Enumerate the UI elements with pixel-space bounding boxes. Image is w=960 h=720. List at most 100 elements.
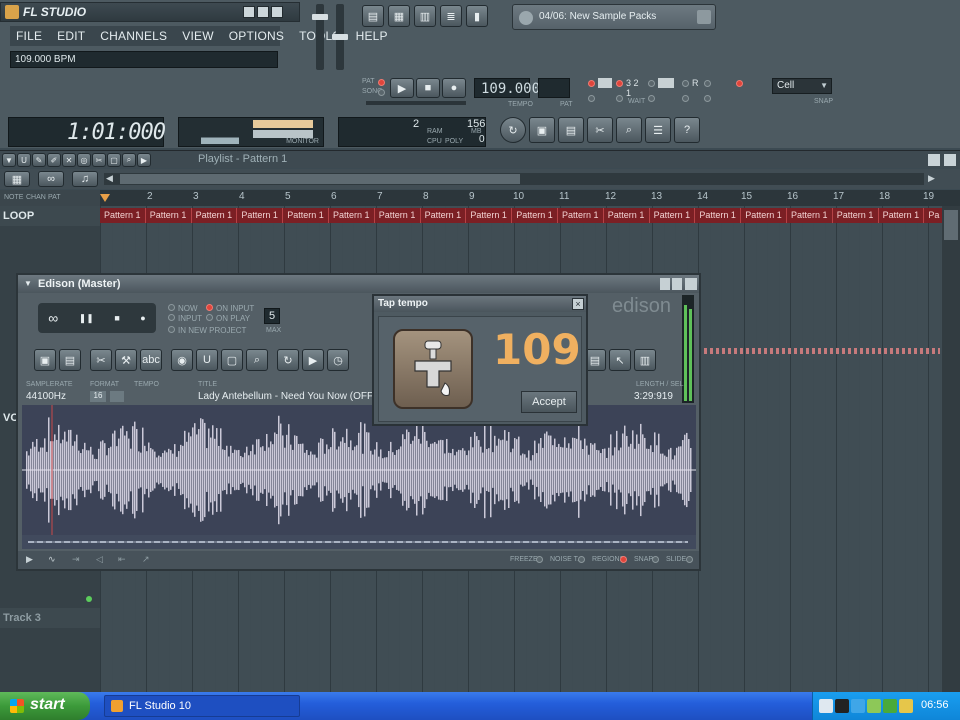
- edison-save-button[interactable]: ▣: [34, 349, 56, 371]
- scroll-radio[interactable]: [648, 95, 655, 102]
- playhead-marker[interactable]: [100, 194, 110, 202]
- pattern-clip[interactable]: Pattern 1: [145, 208, 192, 223]
- project-info-button[interactable]: ☰: [645, 117, 671, 143]
- edison-zoom-button[interactable]: ⌕: [246, 349, 268, 371]
- vocal-track-clip[interactable]: [704, 348, 940, 354]
- pattern-clip[interactable]: Pattern 1: [878, 208, 925, 223]
- tray-icon-1[interactable]: [819, 699, 833, 713]
- song-position-display[interactable]: 1:01:000: [8, 117, 166, 147]
- pat-mode-radio[interactable]: [378, 79, 385, 86]
- pattern-clip[interactable]: Pattern 1: [832, 208, 879, 223]
- tempo-display[interactable]: 109.000: [474, 78, 540, 98]
- snap-bottom-radio[interactable]: [652, 556, 659, 563]
- loop-rec-icon[interactable]: R: [692, 78, 699, 88]
- menu-view[interactable]: VIEW: [182, 29, 213, 43]
- pattern-clip[interactable]: Pa: [924, 208, 942, 223]
- master-volume-knob[interactable]: [312, 14, 328, 20]
- edison-play-icon[interactable]: ▶: [26, 554, 33, 565]
- edison-tools-button[interactable]: ⚒: [115, 349, 137, 371]
- playlist-scrollbar[interactable]: ◀: [104, 173, 924, 185]
- edison-text-button[interactable]: abc: [140, 349, 162, 371]
- noise-radio[interactable]: [578, 556, 585, 563]
- playlist-vertical-scrollbar[interactable]: [942, 206, 960, 692]
- playlist-window-button[interactable]: ▤: [362, 5, 384, 27]
- search-button[interactable]: ⌕: [616, 117, 642, 143]
- timeline-ruler[interactable]: 2 3 4 5 6 7 8 9 10 11 12 13 14 15 16 17 …: [100, 190, 960, 206]
- edison-pause-icon[interactable]: ❚❚: [79, 313, 94, 324]
- magnet-icon[interactable]: U: [17, 153, 31, 167]
- typing-radio[interactable]: [736, 80, 743, 87]
- edison-send-button[interactable]: ▥: [634, 349, 656, 371]
- pattern-clip[interactable]: Pattern 1: [466, 208, 513, 223]
- track-2-indicator-icon[interactable]: [86, 596, 92, 602]
- edison-wave-icon[interactable]: ∿: [48, 554, 56, 565]
- loop-rec-radio[interactable]: [682, 80, 689, 87]
- record-button[interactable]: ●: [442, 78, 466, 98]
- tap-tempo-close-icon[interactable]: ×: [572, 298, 584, 310]
- edison-prev-marker-icon[interactable]: ◁: [96, 554, 103, 565]
- menu-help[interactable]: HELP: [356, 29, 388, 43]
- edison-open-button[interactable]: ▤: [59, 349, 81, 371]
- slice-tool-icon[interactable]: ✂: [92, 153, 106, 167]
- paint-tool-icon[interactable]: ✐: [47, 153, 61, 167]
- pattern-clip[interactable]: Pattern 1: [603, 208, 650, 223]
- mute-tool-icon[interactable]: ◎: [77, 153, 91, 167]
- freeze-radio[interactable]: [536, 556, 543, 563]
- edison-undo-button[interactable]: ↻: [277, 349, 299, 371]
- on-play-radio[interactable]: [206, 314, 213, 321]
- format-channels-icon[interactable]: [110, 391, 124, 402]
- metronome-icon[interactable]: [598, 78, 612, 88]
- edison-prev-icon[interactable]: [660, 278, 670, 290]
- pattern-clip[interactable]: Pattern 1: [695, 208, 742, 223]
- slide-radio[interactable]: [686, 556, 693, 563]
- edison-select-button[interactable]: ▢: [221, 349, 243, 371]
- playlist-close-icon[interactable]: [944, 154, 956, 166]
- countdown-radio[interactable]: [616, 80, 623, 87]
- taskbar-fl-studio[interactable]: FL Studio 10: [104, 695, 300, 717]
- track-view-icon[interactable]: ▦: [4, 171, 30, 187]
- draw-tool-icon[interactable]: ✎: [32, 153, 46, 167]
- pattern-clip[interactable]: Pattern 1: [191, 208, 238, 223]
- tray-icon-4[interactable]: [867, 699, 881, 713]
- format-bits[interactable]: 16: [90, 391, 106, 402]
- pattern-clip[interactable]: Pattern 1: [283, 208, 329, 223]
- track-1[interactable]: LOOP: [0, 206, 100, 226]
- note-icon[interactable]: ♫: [72, 171, 98, 187]
- edison-next-icon[interactable]: [672, 278, 682, 290]
- news-dropdown-icon[interactable]: [697, 10, 711, 24]
- close-button[interactable]: [271, 6, 283, 18]
- in-new-project-radio[interactable]: [168, 326, 175, 333]
- select-tool-icon[interactable]: ▢: [107, 153, 121, 167]
- step-radio[interactable]: [704, 80, 711, 87]
- max-display[interactable]: 5: [264, 308, 280, 324]
- pattern-clip[interactable]: Pattern 1: [512, 208, 558, 223]
- tray-icon-5[interactable]: [883, 699, 897, 713]
- accept-button[interactable]: Accept: [521, 391, 577, 413]
- edison-stop-icon[interactable]: ■: [114, 313, 119, 323]
- on-input-radio[interactable]: [206, 304, 213, 311]
- pattern-clip[interactable]: Pattern 1: [741, 208, 787, 223]
- overdub-radio[interactable]: [588, 95, 595, 102]
- menu-edit[interactable]: EDIT: [57, 29, 85, 43]
- edison-view-button[interactable]: ◉: [171, 349, 193, 371]
- edison-drag-button[interactable]: ↖: [609, 349, 631, 371]
- edison-run-button[interactable]: ▶: [302, 349, 324, 371]
- tray-icon-3[interactable]: [851, 699, 865, 713]
- track-3[interactable]: Track 3: [0, 608, 100, 628]
- menu-file[interactable]: FILE: [16, 29, 42, 43]
- waveform-view[interactable]: [22, 405, 696, 535]
- pattern-clip[interactable]: Pattern 1: [420, 208, 467, 223]
- piano-roll-button[interactable]: ▥: [414, 5, 436, 27]
- position-slider[interactable]: [366, 101, 466, 105]
- edison-loop-icon[interactable]: ∞: [48, 310, 58, 326]
- wait-radio[interactable]: [616, 95, 623, 102]
- playback-tool-icon[interactable]: ▶: [137, 153, 151, 167]
- pattern-clip[interactable]: Pattern 1: [558, 208, 604, 223]
- master-pitch-knob[interactable]: [332, 34, 348, 40]
- tray-icon-6[interactable]: [899, 699, 913, 713]
- pattern-clip[interactable]: Pattern 1: [237, 208, 284, 223]
- cut-tools-button[interactable]: ✂: [587, 117, 613, 143]
- regions-radio[interactable]: [620, 556, 627, 563]
- input-radio[interactable]: [168, 314, 175, 321]
- vscroll-thumb[interactable]: [944, 210, 958, 240]
